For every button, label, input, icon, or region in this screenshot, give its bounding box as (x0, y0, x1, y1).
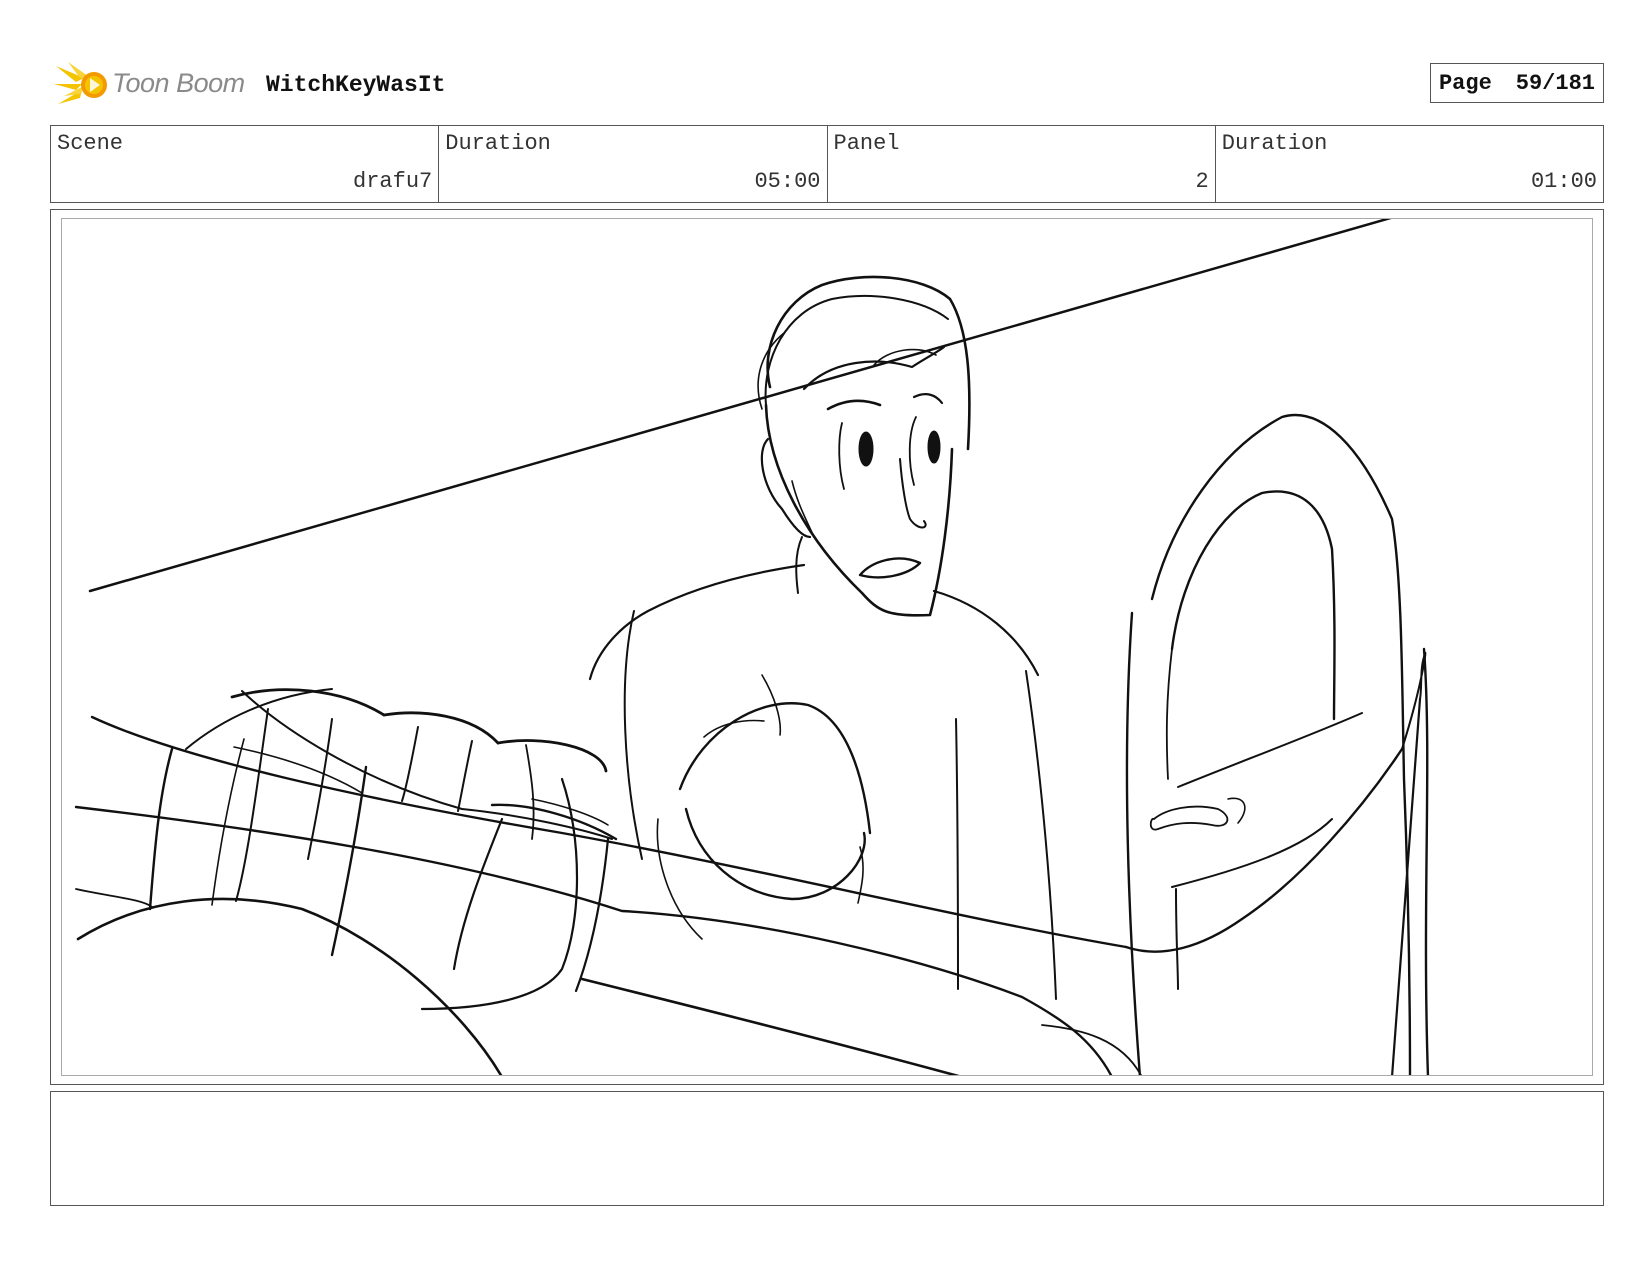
panel-duration-label: Duration (1221, 131, 1328, 156)
scene-value: drafu7 (353, 169, 433, 194)
panel-sketch (74, 219, 1430, 1075)
scene-duration-cell: Duration 05:00 (439, 126, 828, 202)
brand-name: Toon Boom (112, 68, 245, 98)
panel-notes-box (50, 1091, 1604, 1206)
page-number: 59/181 (1515, 70, 1595, 96)
scene-label: Scene (57, 131, 124, 156)
panel-duration-value: 01:00 (1530, 169, 1597, 194)
scene-info-table: Scene drafu7 Duration 05:00 Panel 2 Dura… (50, 125, 1604, 203)
panel-cell: Panel 2 (828, 126, 1216, 202)
project-title: WitchKeyWasIt (266, 72, 446, 98)
toon-boom-logo: Toon Boom (54, 60, 264, 106)
storyboard-header: Toon Boom WitchKeyWasIt Page 59/181 (50, 56, 1604, 108)
scene-duration-label: Duration (445, 131, 551, 156)
panel-label: Panel (833, 131, 900, 156)
scene-cell: Scene drafu7 (51, 126, 440, 202)
page-label: Page (1438, 70, 1492, 96)
scene-duration-value: 05:00 (754, 169, 821, 194)
page-indicator: Page 59/181 (1429, 63, 1604, 103)
panel-value: 2 (1195, 169, 1209, 194)
panel-camera-frame (61, 218, 1593, 1076)
storyboard-panel (50, 209, 1604, 1085)
panel-duration-cell: Duration 01:00 (1216, 126, 1603, 202)
toon-boom-star-icon (54, 62, 107, 104)
